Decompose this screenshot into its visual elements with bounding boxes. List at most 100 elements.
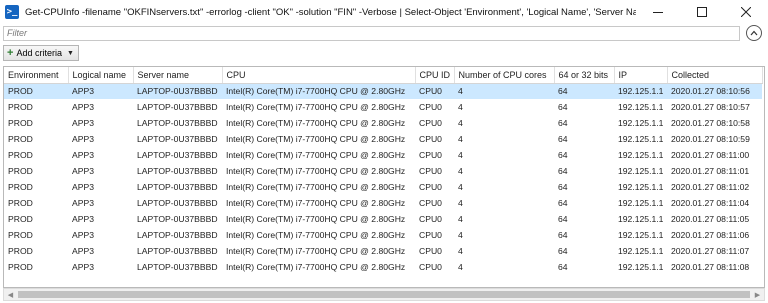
table-row[interactable]: PROD APP3 LAPTOP-0U37BBBD Intel(R) Core(TM)…	[4, 259, 762, 275]
column-header-cpu-id[interactable]: CPU ID	[415, 67, 455, 84]
table-cell: CPU0	[419, 246, 442, 256]
table-cell: 2020.01.27 08:10:59	[671, 134, 750, 144]
table-cell: 64	[558, 134, 568, 144]
table-cell: 192.125.1.1	[618, 198, 664, 208]
table-cell: Intel(R) Core(TM) i7-7700HQ CPU @ 2.80GH…	[226, 262, 406, 272]
table-cell: LAPTOP-0U37BBBD	[137, 118, 218, 128]
table-cell: Intel(R) Core(TM) i7-7700HQ CPU @ 2.80GH…	[226, 166, 406, 176]
table-row[interactable]: PROD APP3 LAPTOP-0U37BBBD Intel(R) Core(TM)…	[4, 147, 762, 163]
column-header-logical-name[interactable]: Logical name	[68, 67, 134, 84]
table-cell: 2020.01.27 08:11:05	[671, 214, 750, 224]
table-row[interactable]: PROD APP3 LAPTOP-0U37BBBD Intel(R) Core(TM)…	[4, 243, 762, 259]
table-cell: 64	[558, 182, 568, 192]
plus-icon: +	[7, 46, 14, 59]
add-criteria-button[interactable]: + Add criteria ▼	[3, 45, 79, 61]
table-cell: PROD	[8, 198, 33, 208]
table-cell: 4	[458, 102, 463, 112]
table-cell: PROD	[8, 230, 33, 240]
table-cell: LAPTOP-0U37BBBD	[137, 246, 218, 256]
table-row[interactable]: PROD APP3 LAPTOP-0U37BBBD Intel(R) Core(TM)…	[4, 227, 762, 243]
table-cell: Intel(R) Core(TM) i7-7700HQ CPU @ 2.80GH…	[226, 230, 406, 240]
table-cell: 192.125.1.1	[618, 102, 664, 112]
table-row[interactable]: PROD APP3 LAPTOP-0U37BBBD Intel(R) Core(TM)…	[4, 131, 762, 147]
table-cell: 64	[558, 166, 568, 176]
table-cell: 192.125.1.1	[618, 182, 664, 192]
column-header-number-of-cpu-cores[interactable]: Number of CPU cores	[454, 67, 555, 84]
table-header-row: Environment Logical name Server name CPU CPU…	[4, 67, 763, 84]
table-cell: 2020.01.27 08:11:06	[671, 230, 750, 240]
table-cell: 4	[458, 262, 463, 272]
column-header-ip[interactable]: IP	[614, 67, 668, 84]
table-cell: CPU0	[419, 118, 442, 128]
table-row[interactable]: PROD APP3 LAPTOP-0U37BBBD Intel(R) Core(TM)…	[4, 99, 762, 115]
table-row[interactable]: PROD APP3 LAPTOP-0U37BBBD Intel(R) Core(TM)…	[4, 83, 762, 99]
table-cell: 64	[558, 198, 568, 208]
results-table: Environment Logical name Server name CPU CPU…	[4, 67, 763, 275]
results-grid[interactable]: Environment Logical name Server name CPU CPU…	[3, 66, 765, 288]
table-cell: 4	[458, 150, 463, 160]
table-row[interactable]: PROD APP3 LAPTOP-0U37BBBD Intel(R) Core(TM)…	[4, 195, 762, 211]
table-cell: 64	[554, 83, 614, 99]
table-cell: LAPTOP-0U37BBBD	[137, 262, 218, 272]
close-icon[interactable]	[724, 0, 768, 24]
table-cell: 64	[558, 102, 568, 112]
table-cell: 192.125.1.1	[614, 83, 667, 99]
scroll-thumb[interactable]	[18, 291, 750, 298]
table-row[interactable]: PROD APP3 LAPTOP-0U37BBBD Intel(R) Core(TM)…	[4, 211, 762, 227]
table-cell: 64	[558, 262, 568, 272]
add-criteria-label: Add criteria	[16, 48, 62, 58]
maximize-icon[interactable]	[680, 0, 724, 24]
column-header-cpu[interactable]: CPU	[222, 67, 416, 84]
column-header-64-or-32-bits[interactable]: 64 or 32 bits	[554, 67, 615, 84]
collapse-filter-button[interactable]	[746, 25, 762, 41]
table-row[interactable]: PROD APP3 LAPTOP-0U37BBBD Intel(R) Core(TM)…	[4, 163, 762, 179]
table-cell: 2020.01.27 08:11:00	[671, 150, 750, 160]
table-cell: 2020.01.27 08:10:57	[671, 102, 750, 112]
table-cell: Intel(R) Core(TM) i7-7700HQ CPU @ 2.80GH…	[226, 214, 406, 224]
title-bar[interactable]: >_ Get-CPUInfo -filename "OKFINservers.t…	[0, 0, 768, 24]
minimize-icon[interactable]	[636, 0, 680, 24]
table-cell: APP3	[72, 150, 94, 160]
table-cell: 4	[458, 166, 463, 176]
table-cell: 4	[458, 214, 463, 224]
table-cell: 2020.01.27 08:11:04	[671, 198, 750, 208]
table-cell: CPU0	[419, 214, 442, 224]
table-cell: 192.125.1.1	[618, 166, 664, 176]
table-row[interactable]: PROD APP3 LAPTOP-0U37BBBD Intel(R) Core(TM)…	[4, 115, 762, 131]
table-cell: 4	[458, 246, 463, 256]
table-cell: LAPTOP-0U37BBBD	[137, 198, 218, 208]
table-cell: CPU0	[419, 134, 442, 144]
table-cell: APP3	[72, 230, 94, 240]
table-cell: Intel(R) Core(TM) i7-7700HQ CPU @ 2.80GH…	[226, 118, 406, 128]
table-body: PROD APP3 LAPTOP-0U37BBBD Intel(R) Core(TM)…	[4, 83, 762, 275]
dropdown-arrow-icon: ▼	[66, 49, 74, 57]
table-cell: 192.125.1.1	[618, 230, 664, 240]
scroll-left-icon[interactable]: ◀	[4, 289, 17, 300]
table-cell: 64	[558, 150, 568, 160]
table-cell: CPU0	[419, 262, 442, 272]
window-title: Get-CPUInfo -filename "OKFINservers.txt"…	[25, 6, 636, 18]
table-cell: LAPTOP-0U37BBBD	[137, 134, 218, 144]
table-cell: 2020.01.27 08:11:08	[671, 262, 750, 272]
table-cell: Intel(R) Core(TM) i7-7700HQ CPU @ 2.80GH…	[222, 83, 415, 99]
table-cell: 192.125.1.1	[618, 214, 664, 224]
table-cell: APP3	[72, 102, 94, 112]
table-cell: 2020.01.27 08:11:07	[671, 246, 750, 256]
table-cell: 4	[458, 182, 463, 192]
chevron-up-icon	[750, 30, 758, 36]
scroll-right-icon[interactable]: ▶	[751, 289, 764, 300]
table-row[interactable]: PROD APP3 LAPTOP-0U37BBBD Intel(R) Core(TM)…	[4, 179, 762, 195]
column-header-collected[interactable]: Collected	[667, 67, 763, 84]
horizontal-scrollbar[interactable]: ◀ ▶	[3, 288, 765, 301]
filter-input[interactable]	[3, 25, 740, 41]
table-cell: Intel(R) Core(TM) i7-7700HQ CPU @ 2.80GH…	[226, 134, 406, 144]
table-cell: 64	[558, 214, 568, 224]
table-cell: 2020.01.27 08:10:58	[671, 118, 750, 128]
table-cell: APP3	[72, 262, 94, 272]
column-header-server-name[interactable]: Server name	[133, 67, 223, 84]
table-cell: CPU0	[419, 150, 442, 160]
table-cell: PROD	[8, 262, 33, 272]
table-cell: 4	[458, 230, 463, 240]
column-header-environment[interactable]: Environment	[4, 67, 69, 84]
table-cell: 64	[558, 246, 568, 256]
